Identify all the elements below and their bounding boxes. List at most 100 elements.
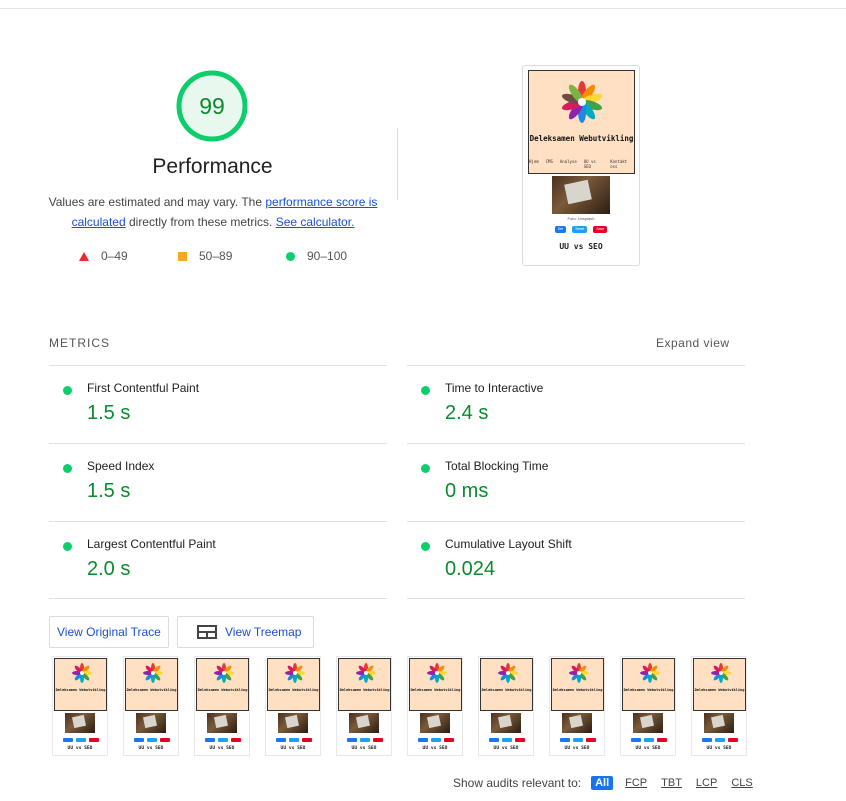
frame-header: Deleksamen Webutvikling [551, 658, 604, 711]
filmstrip-frame: Deleksamen Webutvikling UU vs SEO [478, 656, 534, 756]
frame-share-buttons [631, 738, 667, 742]
frame-site-title: Deleksamen Webutvikling [268, 688, 319, 692]
frame-site-title: Deleksamen Webutvikling [623, 688, 674, 692]
filmstrip-frame: Deleksamen Webutvikling UU vs SEO [336, 656, 392, 756]
frame-photo [207, 713, 237, 733]
screenshot-photo [552, 176, 610, 214]
filter-chip-tbt[interactable]: TBT [659, 776, 684, 790]
filmstrip-frame: Deleksamen Webutvikling UU vs SEO [549, 656, 605, 756]
frame-photo [136, 713, 166, 733]
screenshot-caption: Foto: Unsplash [567, 216, 595, 221]
metrics-heading: METRICS [49, 336, 110, 350]
view-original-trace-button[interactable]: View Original Trace [49, 616, 169, 648]
filmstrip-frame: Deleksamen Webutvikling UU vs SEO [620, 656, 676, 756]
frame-heading: UU vs SEO [422, 746, 448, 751]
frame-share-buttons [205, 738, 241, 742]
filter-chip-all[interactable]: All [591, 776, 614, 790]
filter-chip-fcp[interactable]: FCP [623, 776, 649, 790]
screenshot-site-title: Deleksamen Webutvikling [529, 134, 634, 143]
filmstrip-frame: Deleksamen Webutvikling UU vs SEO [265, 656, 321, 756]
frame-photo [420, 713, 450, 733]
pinterest-save-icon: Save [593, 226, 608, 233]
metric-largest-contentful-paint: Largest Contentful Paint 2.0 s [49, 522, 387, 600]
screenshot-heading: UU vs SEO [559, 242, 603, 251]
description-text-2: directly from these metrics. [125, 215, 276, 229]
frame-photo [633, 713, 663, 733]
frame-photo [491, 713, 521, 733]
frame-heading: UU vs SEO [564, 746, 590, 751]
audit-filter-bar: Show audits relevant to: All FCP TBT LCP… [453, 776, 755, 790]
metric-value: 1.5 s [87, 480, 131, 502]
metric-time-to-interactive: Time to Interactive 2.4 s [407, 366, 745, 444]
metric-value: 1.5 s [87, 402, 131, 424]
frame-share-buttons [63, 738, 99, 742]
nav-item: Kontakt oss [610, 159, 628, 169]
view-treemap-button[interactable]: View Treemap [177, 616, 315, 648]
expand-view-toggle[interactable]: Expand view [656, 336, 730, 350]
frame-share-buttons [702, 738, 738, 742]
frame-photo [278, 713, 308, 733]
screenshot-nav: Hjem CMS Analyse UU vs SEO Kontakt oss [529, 159, 634, 169]
category-title: Performance [152, 155, 273, 178]
metric-name: Time to Interactive [445, 381, 544, 395]
flower-logo-icon [498, 663, 518, 683]
frame-heading: UU vs SEO [280, 746, 306, 751]
frame-header: Deleksamen Webutvikling [622, 658, 675, 711]
frame-photo [349, 713, 379, 733]
pass-circle-icon [421, 464, 430, 473]
nav-item: Hjem [529, 159, 539, 164]
metric-speed-index: Speed Index 1.5 s [49, 444, 387, 522]
frame-heading: UU vs SEO [493, 746, 519, 751]
metric-name: Total Blocking Time [445, 459, 549, 473]
filter-chip-cls[interactable]: CLS [729, 776, 754, 790]
frame-header: Deleksamen Webutvikling [693, 658, 746, 711]
top-divider [0, 8, 846, 9]
frame-photo [704, 713, 734, 733]
frame-site-title: Deleksamen Webutvikling [126, 688, 177, 692]
frame-site-title: Deleksamen Webutvikling [552, 688, 603, 692]
frame-header: Deleksamen Webutvikling [54, 658, 107, 711]
view-treemap-label: View Treemap [225, 625, 302, 639]
frame-share-buttons [276, 738, 312, 742]
vertical-divider [397, 128, 398, 200]
flower-logo-icon [143, 663, 163, 683]
flower-logo-icon [569, 663, 589, 683]
nav-item: CMS [545, 159, 553, 164]
flower-logo-icon [561, 81, 603, 123]
see-calculator-link[interactable]: See calculator. [276, 215, 355, 229]
flower-logo-icon [72, 663, 92, 683]
final-screenshot[interactable]: Deleksamen Webutvikling Hjem CMS Analyse… [522, 65, 640, 266]
pass-circle-icon [421, 542, 430, 551]
metric-name: First Contentful Paint [87, 381, 200, 395]
frame-site-title: Deleksamen Webutvikling [55, 688, 106, 692]
filter-chip-lcp[interactable]: LCP [694, 776, 719, 790]
screenshot-header: Deleksamen Webutvikling Hjem CMS Analyse… [528, 70, 635, 174]
frame-site-title: Deleksamen Webutvikling [694, 688, 745, 692]
frame-share-buttons [418, 738, 454, 742]
flower-logo-icon [711, 663, 731, 683]
frame-header: Deleksamen Webutvikling [267, 658, 320, 711]
frame-photo [562, 713, 592, 733]
description-text: Values are estimated and may vary. The [48, 195, 266, 209]
frame-heading: UU vs SEO [351, 746, 377, 751]
metric-cumulative-layout-shift: Cumulative Layout Shift 0.024 [407, 522, 745, 600]
frame-heading: UU vs SEO [706, 746, 732, 751]
filmstrip-frame: Deleksamen Webutvikling UU vs SEO [691, 656, 747, 756]
performance-score-gauge[interactable]: 99 [176, 70, 248, 142]
filmstrip-frame: Deleksamen Webutvikling UU vs SEO [407, 656, 463, 756]
frame-heading: UU vs SEO [209, 746, 235, 751]
frame-heading: UU vs SEO [138, 746, 164, 751]
metric-divider [407, 598, 745, 599]
frame-heading: UU vs SEO [67, 746, 93, 751]
filmstrip-frame: Deleksamen Webutvikling UU vs SEO [123, 656, 179, 756]
frame-site-title: Deleksamen Webutvikling [197, 688, 248, 692]
filter-label: Show audits relevant to: [453, 776, 582, 790]
score-value: 99 [199, 93, 225, 119]
legend-fail-label: 0–49 [101, 249, 128, 263]
screenshot-share-buttons: Del Tweet Save [523, 226, 639, 233]
frame-header: Deleksamen Webutvikling [480, 658, 533, 711]
frame-site-title: Deleksamen Webutvikling [410, 688, 461, 692]
metric-value: 2.0 s [87, 558, 131, 580]
frame-share-buttons [489, 738, 525, 742]
treemap-icon [197, 625, 217, 639]
